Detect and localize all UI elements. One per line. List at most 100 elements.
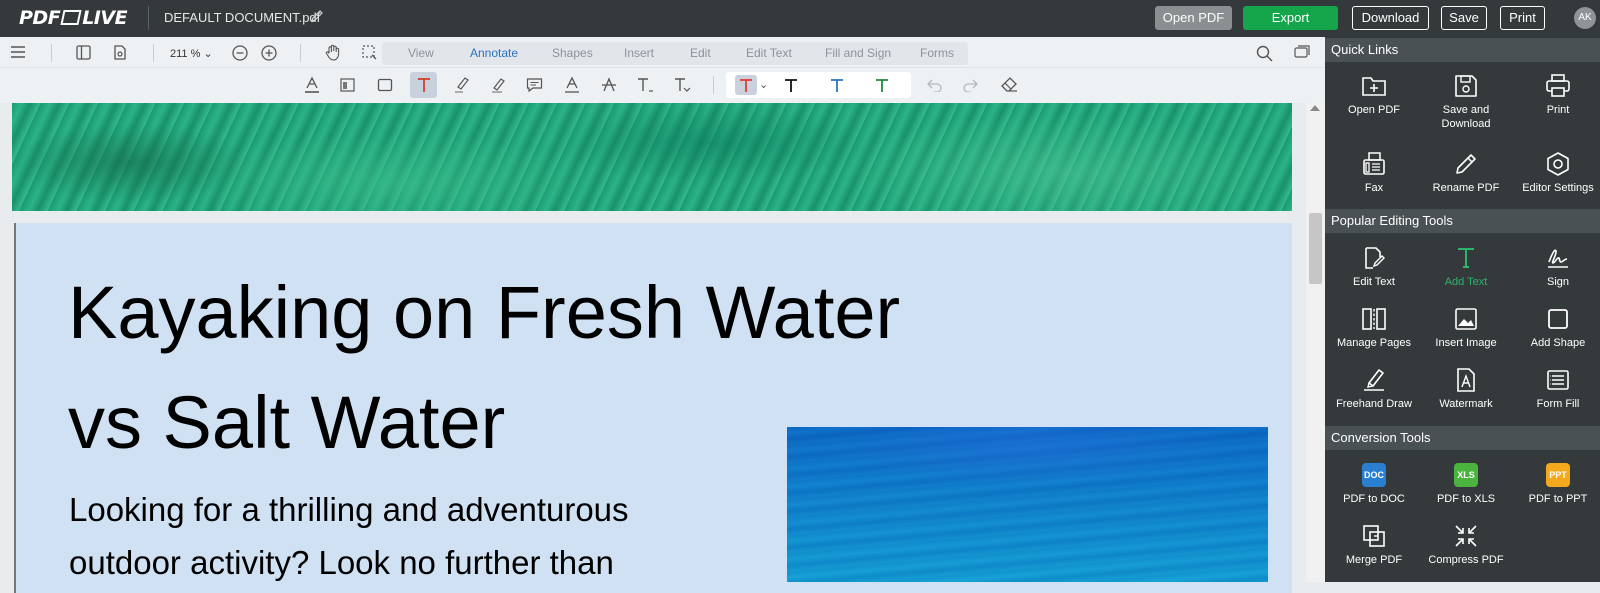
app-logo[interactable]: PDF LIVE	[19, 7, 128, 29]
text-color-icon[interactable]	[304, 76, 320, 94]
print-button[interactable]: Print	[1500, 6, 1545, 30]
tab-forms[interactable]: Forms	[920, 46, 954, 60]
vertical-scrollbar[interactable]	[1306, 103, 1325, 582]
folder-plus-icon	[1362, 77, 1386, 96]
quick-links-header: Quick Links	[1325, 38, 1600, 62]
search-icon[interactable]	[1256, 45, 1273, 62]
top-bar: PDF LIVE DEFAULT DOCUMENT.pdf Open PDF Ex…	[0, 0, 1600, 37]
form-fill-icon	[1547, 370, 1569, 390]
chevron-down-icon: ⌄	[203, 48, 213, 60]
document-name[interactable]: DEFAULT DOCUMENT.pdf	[164, 10, 320, 25]
divider	[300, 44, 301, 62]
zoom-select[interactable]: 211 % ⌄	[170, 45, 222, 63]
insert-text-icon[interactable]	[674, 77, 691, 93]
square-icon	[1548, 309, 1568, 329]
document-title-line-2[interactable]: vs Salt Water	[68, 380, 505, 465]
strikethrough-icon[interactable]	[601, 77, 617, 93]
document-body-line-2[interactable]: outdoor activity? Look no further than	[69, 544, 614, 582]
undo-icon[interactable]	[927, 78, 943, 92]
tool-sign[interactable]: Sign	[1512, 245, 1600, 289]
divider	[713, 76, 714, 94]
tab-insert[interactable]: Insert	[624, 46, 654, 60]
user-avatar[interactable]: AK	[1574, 7, 1596, 29]
select-area-icon[interactable]	[362, 45, 377, 60]
chevron-down-icon[interactable]: ⌄	[759, 78, 768, 91]
tab-view[interactable]: View	[408, 46, 434, 60]
rename-pencil-icon[interactable]	[310, 9, 324, 23]
eraser-icon[interactable]	[1001, 77, 1018, 93]
edit-text-icon	[1365, 247, 1385, 269]
text-color-red-icon[interactable]	[739, 78, 753, 93]
scroll-up-icon[interactable]	[1310, 105, 1320, 111]
tab-annotate[interactable]: Annotate	[470, 46, 518, 60]
freehand-pen-icon	[1364, 369, 1384, 391]
redo-icon[interactable]	[962, 78, 978, 92]
divider	[153, 44, 154, 62]
comments-icon[interactable]	[1294, 45, 1311, 61]
sidebar-toggle-icon[interactable]	[76, 45, 91, 60]
quick-save-download[interactable]: Save and Download	[1420, 73, 1512, 131]
zoom-in-icon[interactable]	[261, 45, 277, 61]
tool-manage-pages[interactable]: Manage Pages	[1328, 306, 1420, 350]
quick-open-pdf[interactable]: Open PDF	[1328, 73, 1420, 117]
tab-edit-text[interactable]: Edit Text	[746, 46, 792, 60]
merge-icon	[1363, 525, 1385, 547]
divider	[51, 44, 52, 62]
add-text-icon[interactable]	[416, 77, 432, 93]
document-body-line-1[interactable]: Looking for a thrilling and adventurous	[69, 491, 629, 529]
tool-watermark[interactable]: Watermark	[1420, 367, 1512, 411]
pencil-icon	[1456, 154, 1476, 174]
quick-rename-pdf[interactable]: Rename PDF	[1420, 151, 1512, 195]
scrollbar-thumb[interactable]	[1309, 213, 1322, 284]
tool-pdf-to-xls[interactable]: XLS PDF to XLS	[1420, 463, 1512, 506]
quick-print[interactable]: Print	[1512, 73, 1600, 117]
tool-merge-pdf[interactable]: Merge PDF	[1328, 523, 1420, 567]
page-thumbnail-icon[interactable]	[113, 45, 127, 60]
save-button[interactable]: Save	[1441, 6, 1487, 30]
image-icon	[1455, 308, 1477, 330]
menu-icon[interactable]	[11, 46, 25, 58]
document-title-line-1[interactable]: Kayaking on Fresh Water	[68, 270, 900, 355]
tool-pdf-to-doc[interactable]: DOC PDF to DOC	[1328, 463, 1420, 506]
page-image-ocean[interactable]	[787, 427, 1268, 582]
subscript-icon[interactable]	[637, 77, 654, 93]
save-icon	[1455, 75, 1477, 97]
xls-file-icon: XLS	[1454, 463, 1478, 487]
signature-icon	[1548, 249, 1568, 268]
tool-add-text[interactable]: Add Text	[1420, 245, 1512, 289]
text-color-blue-icon[interactable]	[830, 78, 844, 93]
popular-tools-header: Popular Editing Tools	[1325, 209, 1600, 233]
tool-add-shape[interactable]: Add Shape	[1512, 306, 1600, 350]
tool-insert-image[interactable]: Insert Image	[1420, 306, 1512, 350]
doc-file-icon: DOC	[1362, 463, 1386, 487]
open-pdf-button[interactable]: Open PDF	[1155, 6, 1232, 30]
tab-fill-and-sign[interactable]: Fill and Sign	[825, 46, 891, 60]
quick-fax[interactable]: Fax	[1328, 151, 1420, 195]
add-text-icon	[1458, 248, 1474, 268]
tool-freehand-draw[interactable]: Freehand Draw	[1328, 367, 1420, 411]
marker-icon[interactable]	[490, 76, 506, 94]
highlight-area-icon[interactable]	[340, 77, 356, 93]
export-button[interactable]: Export	[1243, 6, 1338, 30]
page-image-water-top	[12, 103, 1292, 211]
tool-pdf-to-ppt[interactable]: PPT PDF to PPT	[1512, 463, 1600, 506]
annotate-toolbar	[0, 68, 1325, 103]
fax-icon	[1363, 152, 1385, 175]
tool-compress-pdf[interactable]: Compress PDF	[1420, 523, 1512, 567]
download-button[interactable]: Download	[1352, 6, 1429, 30]
tool-edit-text[interactable]: Edit Text	[1328, 245, 1420, 289]
tab-edit[interactable]: Edit	[690, 46, 711, 60]
text-color-black-icon[interactable]	[784, 78, 798, 93]
compress-icon	[1455, 525, 1477, 547]
hand-tool-icon[interactable]	[325, 44, 341, 61]
quick-editor-settings[interactable]: Editor Settings	[1512, 151, 1600, 195]
rectangle-icon[interactable]	[377, 77, 393, 93]
tool-form-fill[interactable]: Form Fill	[1512, 367, 1600, 411]
tab-shapes[interactable]: Shapes	[552, 46, 593, 60]
highlighter-icon[interactable]	[453, 76, 469, 94]
underline-icon[interactable]	[564, 76, 580, 94]
zoom-out-icon[interactable]	[232, 45, 248, 61]
comment-icon[interactable]	[526, 77, 543, 93]
text-color-green-icon[interactable]	[875, 78, 889, 93]
divider	[148, 6, 149, 30]
